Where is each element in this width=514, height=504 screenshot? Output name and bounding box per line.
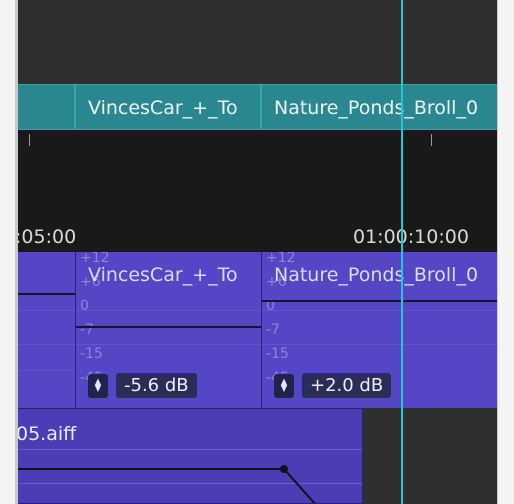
audio-clip-label: Nature_Ponds_Broll_0: [274, 264, 479, 286]
audio-clip-vincescar[interactable]: +12 +6 0 -7 -15 -45 VincesCar_+_To ⧫ -5.…: [75, 252, 261, 408]
video-clip-nature-ponds[interactable]: Nature_Ponds_Broll_0: [261, 84, 498, 130]
scale-label: 0: [80, 298, 89, 314]
video-clip-vincescar[interactable]: VincesCar_+_To: [75, 84, 261, 130]
gridline: [262, 310, 498, 311]
gain-value[interactable]: +2.0 dB: [302, 373, 392, 398]
gain-control[interactable]: ⧫ +2.0 dB: [274, 373, 392, 398]
gain-control[interactable]: ⧫ -5.6 dB: [88, 373, 197, 398]
scale-label: -7: [266, 322, 280, 338]
scale-label: -15: [266, 346, 289, 362]
timeline-panel: VincesCar_+_To Nature_Ponds_Broll_0 :05:…: [15, 0, 498, 504]
gridline: [76, 344, 261, 345]
audio-clip-label: VincesCar_+_To: [88, 264, 238, 286]
panel-divider[interactable]: [15, 0, 18, 504]
gain-value[interactable]: -5.6 dB: [116, 373, 197, 398]
gridline: [16, 370, 75, 371]
timecode-label: 01:00:10:00: [353, 226, 469, 248]
playhead[interactable]: [401, 0, 403, 504]
gridline: [262, 344, 498, 345]
volume-line[interactable]: [262, 300, 498, 302]
video-track: VincesCar_+_To Nature_Ponds_Broll_0: [15, 84, 498, 130]
video-clip-label: Nature_Ponds_Broll_0: [274, 97, 479, 119]
scale-label: -7: [80, 322, 94, 338]
gridline: [76, 310, 261, 311]
audio-track-2: 05.aiff: [15, 408, 498, 504]
timeline-ruler[interactable]: :05:00 01:00:10:00: [15, 130, 498, 252]
scale-label: -15: [80, 346, 103, 362]
audio-clip-aiff[interactable]: 05.aiff: [15, 408, 363, 504]
keyframe-point: [280, 465, 288, 473]
ruler-tick: [29, 134, 30, 146]
video-clip-prev[interactable]: [15, 84, 75, 130]
scrollbar-track[interactable]: [497, 0, 514, 504]
volume-envelope[interactable]: [16, 409, 363, 504]
gain-knob-icon[interactable]: ⧫: [274, 373, 294, 398]
video-clip-label: VincesCar_+_To: [88, 97, 238, 119]
audio-clip-nature-ponds[interactable]: +12 +6 0 -7 -15 -45 Nature_Ponds_Broll_0…: [261, 252, 498, 408]
audio-clip-prev[interactable]: [15, 252, 75, 408]
ruler-tick: [431, 134, 432, 146]
gridline: [16, 344, 75, 345]
volume-line[interactable]: [16, 293, 75, 295]
gain-knob-icon[interactable]: ⧫: [88, 373, 108, 398]
gridline: [16, 310, 75, 311]
audio-track: +12 +6 0 -7 -15 -45 VincesCar_+_To ⧫ -5.…: [15, 252, 498, 408]
volume-line[interactable]: [76, 326, 261, 328]
track-header-area: [15, 0, 498, 84]
timecode-label: :05:00: [15, 226, 77, 248]
